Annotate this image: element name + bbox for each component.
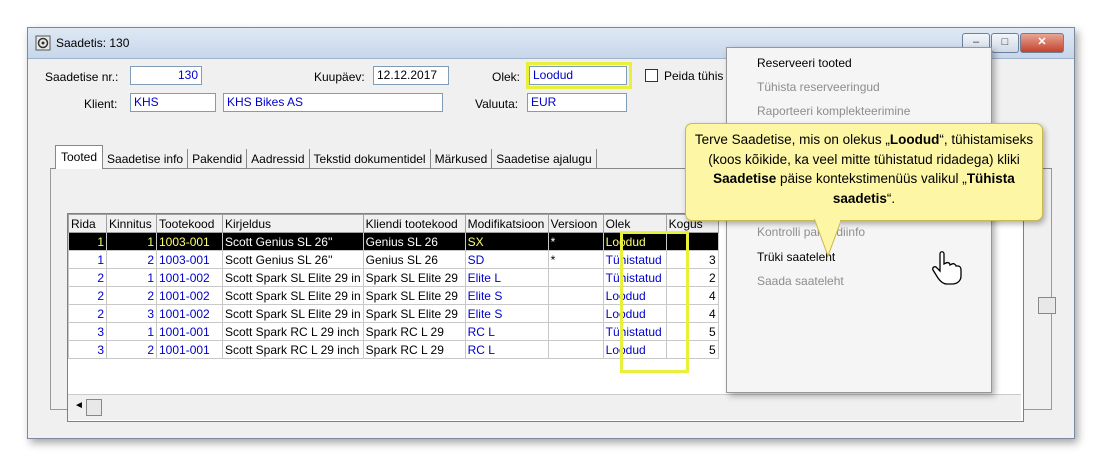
cell-kliendi[interactable]: Spark SL Elite 29 [362, 304, 466, 323]
tab-saadetise-info[interactable]: Saadetise info [103, 149, 189, 169]
client-code-field[interactable]: KHS [130, 93, 216, 112]
currency-field[interactable]: EUR [527, 93, 627, 112]
col-header-rida[interactable]: Rida [68, 214, 107, 233]
cell-mod[interactable]: SX [464, 232, 549, 251]
cell-versioon[interactable] [547, 304, 604, 323]
cell-kliendi[interactable]: Spark RC L 29 [362, 322, 466, 341]
cell-kinnitus[interactable]: 2 [106, 250, 157, 269]
menu-item-kontrolli-pakendiinfo: Kontrolli pakendiinfo [757, 225, 866, 240]
cell-kliendi[interactable]: Spark SL Elite 29 [362, 268, 466, 287]
col-header-olek[interactable]: Olek [602, 214, 667, 233]
cell-mod[interactable]: SD [464, 250, 549, 269]
cell-tootekood[interactable]: 1001-002 [156, 268, 223, 287]
hide-cancelled-label: Peida tühis [664, 69, 724, 83]
callout-text-1: Terve Saadetise, mis on olekus „ [694, 132, 890, 147]
status-field[interactable]: Loodud [529, 66, 627, 85]
cell-mod[interactable]: Elite S [464, 304, 549, 323]
cell-rida[interactable]: 1 [68, 232, 107, 251]
tab-bar: Tooted Saadetise info Pakendid Aadressid… [55, 145, 597, 169]
window-title: Saadetis: 130 [56, 36, 130, 50]
col-header-versioon[interactable]: Versioon [547, 214, 604, 233]
cell-tootekood[interactable]: 1001-002 [156, 304, 223, 323]
date-field[interactable]: 12.12.2017 [373, 66, 449, 85]
cell-tootekood[interactable]: 1001-002 [156, 286, 223, 305]
cell-kinnitus[interactable]: 1 [106, 322, 157, 341]
col-header-tootekood[interactable]: Tootekood [156, 214, 223, 233]
col-header-kinnitus[interactable]: Kinnitus [106, 214, 157, 233]
scroll-left-arrow-icon[interactable]: ◄ [74, 400, 84, 411]
cell-kliendi[interactable]: Genius SL 26 [362, 232, 466, 251]
close-button[interactable]: ✕ [1020, 33, 1064, 53]
col-header-modifikatsioon[interactable]: Modifikatsioon [464, 214, 549, 233]
hide-cancelled-checkbox[interactable] [645, 69, 658, 82]
cell-versioon[interactable]: * [547, 250, 604, 269]
cell-rida[interactable]: 2 [68, 286, 107, 305]
menu-item-tühista-reserveeringud: Tühista reserveeringud [757, 80, 880, 95]
cell-mod[interactable]: RC L [464, 322, 549, 341]
cell-versioon[interactable] [547, 286, 604, 305]
cell-versioon[interactable] [547, 268, 604, 287]
cell-kirjeldus[interactable]: Scott Spark SL Elite 29 in [222, 304, 364, 323]
maximize-button[interactable]: □ [991, 33, 1019, 53]
callout-text-3: päise kontekstimenüüs valikul „ [776, 171, 967, 186]
menu-item-reserveeri-tooted[interactable]: Reserveeri tooted [727, 52, 989, 74]
cell-kirjeldus[interactable]: Scott Spark RC L 29 inch [222, 322, 364, 341]
cell-kirjeldus[interactable]: Scott Spark SL Elite 29 in [222, 286, 364, 305]
vertical-scroll-thumb[interactable] [1038, 297, 1056, 314]
callout-pointer [813, 218, 840, 258]
shipment-number-field[interactable]: 130 [130, 66, 202, 85]
cell-kinnitus[interactable]: 2 [106, 286, 157, 305]
cell-rida[interactable]: 2 [68, 304, 107, 323]
cell-kinnitus[interactable]: 2 [106, 340, 157, 359]
cell-kirjeldus[interactable]: Scott Spark SL Elite 29 in [222, 268, 364, 287]
cell-versioon[interactable] [547, 322, 604, 341]
cell-tootekood[interactable]: 1001-001 [156, 322, 223, 341]
tab-pakendid[interactable]: Pakendid [188, 149, 248, 169]
col-header-kliendi-tootekood[interactable]: Kliendi tootekood [362, 214, 466, 233]
cell-tootekood[interactable]: 1001-001 [156, 340, 223, 359]
app-icon [35, 35, 51, 51]
cell-rida[interactable]: 1 [68, 250, 107, 269]
horizontal-scroll-thumb[interactable] [86, 399, 102, 416]
shipment-number-label: Saadetise nr.: [45, 70, 119, 84]
tab-markused[interactable]: Märkused [431, 149, 493, 169]
callout-bold-1: Loodud [889, 132, 940, 147]
cell-kirjeldus[interactable]: Scott Genius SL 26'' [222, 250, 364, 269]
cell-versioon[interactable]: * [547, 232, 604, 251]
instruction-callout: Terve Saadetise, mis on olekus „Loodud“,… [685, 123, 1043, 221]
cell-mod[interactable]: Elite S [464, 286, 549, 305]
status-label: Olek: [492, 70, 521, 84]
status-column-highlight [620, 231, 689, 373]
cell-kinnitus[interactable]: 1 [106, 232, 157, 251]
client-label: Klient: [84, 97, 118, 111]
cell-rida[interactable]: 3 [68, 340, 107, 359]
cell-mod[interactable]: Elite L [464, 268, 549, 287]
date-label: Kuupäev: [314, 70, 365, 84]
cell-rida[interactable]: 3 [68, 322, 107, 341]
hand-cursor-icon [932, 251, 962, 285]
tab-tekstid-dokumentidel[interactable]: Tekstid dokumentidel [310, 149, 431, 169]
cell-kliendi[interactable]: Spark RC L 29 [362, 340, 466, 359]
currency-label: Valuuta: [475, 97, 519, 111]
cell-kliendi[interactable]: Spark SL Elite 29 [362, 286, 466, 305]
tab-aadressid[interactable]: Aadressid [247, 149, 310, 169]
cell-tootekood[interactable]: 1003-001 [156, 232, 223, 251]
tab-saadetise-ajalugu[interactable]: Saadetise ajalugu [492, 149, 597, 169]
cell-mod[interactable]: RC L [464, 340, 549, 359]
callout-bold-2: Saadetise [713, 171, 777, 186]
tab-tooted[interactable]: Tooted [55, 145, 104, 169]
col-header-kirjeldus[interactable]: Kirjeldus [222, 214, 364, 233]
cell-rida[interactable]: 2 [68, 268, 107, 287]
cell-kinnitus[interactable]: 3 [106, 304, 157, 323]
cell-tootekood[interactable]: 1003-001 [156, 250, 223, 269]
cell-kirjeldus[interactable]: Scott Spark RC L 29 inch [222, 340, 364, 359]
callout-text-4: “. [886, 190, 896, 206]
cell-kinnitus[interactable]: 1 [106, 268, 157, 287]
cell-versioon[interactable] [547, 340, 604, 359]
cell-kliendi[interactable]: Genius SL 26 [362, 250, 466, 269]
horizontal-scrollbar[interactable]: ◄ [68, 394, 1021, 420]
menu-item-raporteeri-komplekteerimine: Raporteeri komplekteerimine [757, 104, 911, 119]
cell-kirjeldus[interactable]: Scott Genius SL 26'' [222, 232, 364, 251]
client-name-field[interactable]: KHS Bikes AS [223, 93, 443, 112]
